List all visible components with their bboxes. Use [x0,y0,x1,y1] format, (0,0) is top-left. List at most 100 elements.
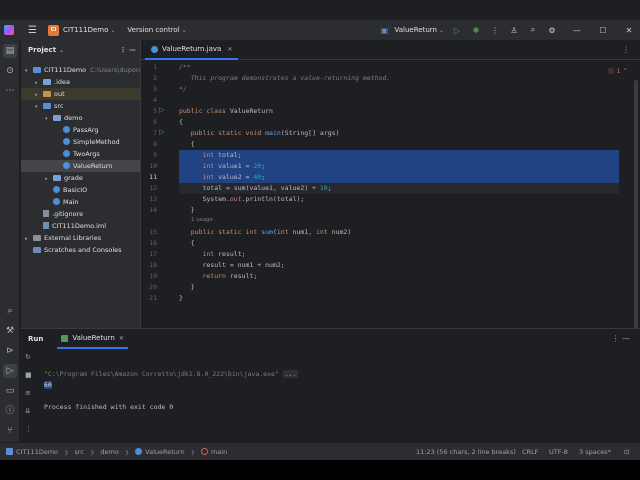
tree-item-gitignore[interactable]: .gitignore [21,208,140,220]
tree-item-main[interactable]: Main [21,196,140,208]
crumb-class[interactable]: ValueReturn [145,448,184,456]
search-icon[interactable]: ⌕ [527,25,539,35]
run-config-icon: ▣ [380,25,389,35]
project-pane-options-icon[interactable]: ⋮ — [120,46,136,54]
code-line[interactable]: public class ValueReturn [179,106,619,117]
gutter-run-icon[interactable]: ▷ [159,128,164,136]
code-line[interactable]: } [179,282,619,293]
code-line[interactable]: } [179,205,619,216]
code-line[interactable]: { [179,238,619,249]
file-encoding[interactable]: UTF-8 [549,443,568,460]
problems-tool-icon[interactable]: ⓘ [3,404,17,418]
tree-item-label: grade [64,174,83,182]
tab-options-icon[interactable]: ⋮ [622,45,630,54]
close-tab-icon[interactable]: ✕ [119,335,124,342]
tree-item-cit111demo-iml[interactable]: CIT111Demo.iml [21,220,140,232]
tree-item-valuereturn[interactable]: ValueReturn [21,160,140,172]
code-line[interactable]: { [179,139,619,150]
run-config-selector[interactable]: ValueReturn [395,26,437,34]
caret-position[interactable]: 11:23 (56 chars, 2 line breaks) [416,443,516,460]
code-line[interactable]: /** [179,62,619,73]
tree-item-demo[interactable]: ▾ demo [21,112,140,124]
folder-icon [53,114,64,122]
tree-item-grade[interactable]: ▸ grade [21,172,140,184]
main-menu-icon[interactable]: ☰ [28,25,38,36]
soft-wrap-icon[interactable]: ≡ [25,389,31,397]
debug-tool-icon[interactable]: ⊳ [3,344,17,358]
console-output[interactable]: 60 [44,381,52,389]
vertical-scrollbar[interactable] [634,80,638,342]
stop-icon[interactable]: ■ [25,371,32,379]
more-icon[interactable]: ⋮ [25,425,32,433]
code-line[interactable]: public static void main(String[] args) [179,128,619,139]
tree-item-scratches-and-consoles[interactable]: Scratches and Consoles [21,244,140,256]
code-line[interactable]: */ [179,84,619,95]
project-selector[interactable]: CIT111Demo [63,26,108,34]
code-line[interactable]: total = sum(value1, value2) + 10; [179,183,619,194]
maximize-icon[interactable]: ☐ [596,26,610,35]
rerun-icon[interactable]: ↻ [25,353,31,361]
run-tab-valuereturn[interactable]: ValueReturn ✕ [57,329,128,349]
line-separator[interactable]: CRLF [522,443,538,460]
account-icon[interactable]: ♙ [508,26,520,35]
code-line[interactable]: int value2 = 40; [179,172,619,183]
code-line[interactable]: return result; [179,271,619,282]
tree-item-label: Main [63,198,79,206]
git-tool-icon[interactable]: ⑂ [3,424,17,438]
tree-item-label: .gitignore [52,210,84,218]
tree-item-out[interactable]: ▸ out [21,88,140,100]
tree-item-external-libraries[interactable]: ▸ External Libraries [21,232,140,244]
find-tool-icon[interactable]: ⌕ [3,304,17,318]
tab-valuereturn-java[interactable]: ValueReturn.java ✕ [145,40,239,60]
tree-item-idea[interactable]: ▸ .idea [21,76,140,88]
code-line[interactable]: result = num1 + num2; [179,260,619,271]
code-line[interactable]: int value1 = 20; [179,161,619,172]
project-tool-icon[interactable]: ▤ [3,44,17,58]
tree-item-src[interactable]: ▾ src [21,100,140,112]
tree-item-twoargs[interactable]: TwoArgs [21,148,140,160]
commit-tool-icon[interactable]: ⊙ [3,64,17,78]
tree-item-cit111demo[interactable]: ▾ CIT111Demo C:\Users\dupon [21,64,140,76]
indent-setting[interactable]: 3 spaces* [579,443,611,460]
run-icon[interactable]: ▷ [451,26,463,35]
code-line[interactable]: This program demonstrates a value-return… [179,73,619,84]
tree-item-simplemethod[interactable]: SimpleMethod [21,136,140,148]
crumb-src[interactable]: src [75,448,85,456]
title-bar: ☰ CI CIT111Demo ⌄ Version control ⌄ ▣ Va… [0,20,640,40]
code-line[interactable]: System.out.println(total); [179,194,619,205]
crumb-method[interactable]: main [211,448,227,456]
scratches-icon [33,246,44,254]
usage-hint[interactable]: 1 usage [191,217,213,223]
scroll-to-end-icon[interactable]: ⇊ [25,407,31,415]
code-line[interactable]: } [179,293,619,304]
line-number: 3 [153,85,157,93]
run-options-icon[interactable]: ⋮ — [611,334,630,343]
method-icon [200,448,208,455]
crumb-demo[interactable]: demo [100,448,118,456]
structure-tool-icon[interactable]: ⋯ [3,84,17,98]
tree-item-basicio[interactable]: BasicIO [21,184,140,196]
code-line[interactable]: int result; [179,249,619,260]
code-line[interactable]: { [179,117,619,128]
build-tool-icon[interactable]: ⚒ [3,324,17,338]
code-line[interactable] [179,95,619,106]
tree-item-label: SimpleMethod [73,138,120,146]
code-line[interactable]: int total; [179,150,619,161]
run-tool-icon[interactable]: ▷ [3,364,17,378]
line-number: 7 [153,129,157,137]
collapsed-args[interactable]: ... [282,370,299,378]
debug-icon[interactable]: ✱ [470,26,482,35]
more-actions-icon[interactable]: ⋮ [489,26,501,35]
crumb-project[interactable]: CIT111Demo [16,448,58,456]
lock-icon[interactable]: ⊡ [624,443,629,460]
settings-gear-icon[interactable]: ⚙ [546,26,558,35]
tree-item-passarg[interactable]: PassArg [21,124,140,136]
close-tab-icon[interactable]: ✕ [227,46,232,53]
gutter-run-icon[interactable]: ▷ [159,106,164,114]
terminal-tool-icon[interactable]: ▭ [3,384,17,398]
code-line[interactable]: public static int sum(int num1, int num2… [179,227,619,238]
minimize-icon[interactable]: — [570,26,584,35]
close-icon[interactable]: ✕ [622,26,636,35]
version-control-menu[interactable]: Version control [127,26,179,34]
project-pane-header[interactable]: Project ⌄ ⋮ — [21,40,140,60]
